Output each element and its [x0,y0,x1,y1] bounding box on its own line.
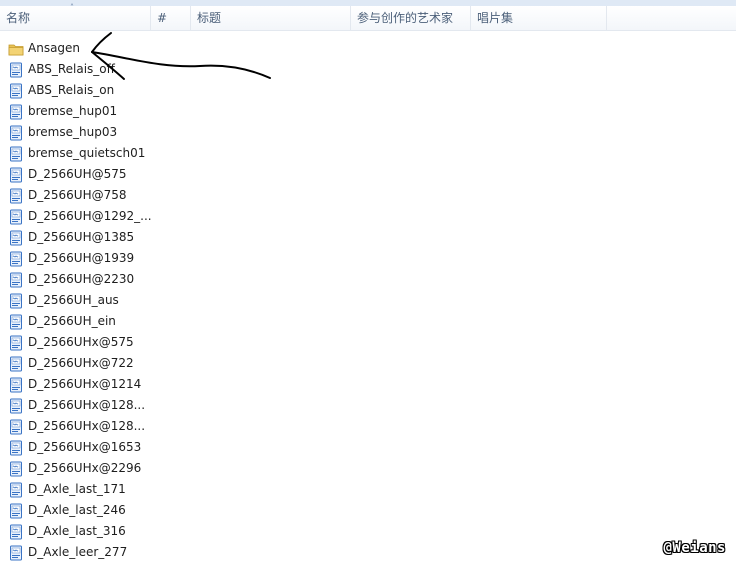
audio-file-icon [8,419,24,435]
audio-file-icon [8,440,24,456]
column-header-name-label: 名称 [6,11,31,25]
file-name-label: D_2566UHx@128... [28,419,146,433]
file-row[interactable]: bremse_hup01 [0,101,300,122]
audio-file-icon [8,524,24,540]
file-name-label: bremse_hup01 [28,104,118,118]
file-name-label: ABS_Relais_on [28,83,115,97]
file-row[interactable]: D_2566UH_aus [0,290,300,311]
column-header-album-label: 唱片集 [477,11,514,25]
column-header-title-label: 标题 [197,11,222,25]
file-name-label: D_Axle_last_316 [28,524,126,538]
audio-file-icon [8,461,24,477]
audio-file-icon [8,356,24,372]
file-name-label: Ansagen [28,41,81,55]
file-name-label: D_2566UHx@575 [28,335,134,349]
file-explorer-window: 名称 ˄ # 标题 参与创作的艺术家 唱片集 Ansagen ABS_Relais… [0,0,736,566]
file-row[interactable]: D_2566UH@575 [0,164,300,185]
file-row[interactable]: D_Axle_last_316 [0,521,300,542]
column-header-number[interactable]: # [150,6,190,30]
file-name-label: D_2566UH_ein [28,314,116,328]
audio-file-icon [8,230,24,246]
file-name-label: ABS_Relais_off [28,62,115,76]
folder-row[interactable]: Ansagen [0,38,300,59]
file-name-label: D_Axle_last_171 [28,482,126,496]
file-name-label: D_2566UH@1385 [28,230,135,244]
column-header-empty [606,6,736,30]
file-name-label: D_2566UHx@1653 [28,440,142,454]
file-row[interactable]: D_2566UHx@575 [0,332,300,353]
file-name-label: D_2566UHx@2296 [28,461,142,475]
file-row[interactable]: D_2566UH@1385 [0,227,300,248]
file-name-label: bremse_hup03 [28,125,118,139]
audio-file-icon [8,146,24,162]
file-name-label: D_2566UH@758 [28,188,127,202]
audio-file-icon [8,272,24,288]
file-name-label: bremse_quietsch01 [28,146,146,160]
file-row[interactable]: D_2566UH@758 [0,185,300,206]
file-row[interactable]: D_Axle_last_246 [0,500,300,521]
column-header-number-label: # [157,11,168,25]
file-name-label: D_2566UH@2230 [28,272,135,286]
file-name-label: D_Axle_last_246 [28,503,126,517]
watermark: @Weians [663,540,726,556]
file-name-label: D_Axle_leer_277 [28,545,128,559]
file-row[interactable]: bremse_hup03 [0,122,300,143]
audio-file-icon [8,314,24,330]
audio-file-icon [8,335,24,351]
column-header-bar: 名称 ˄ # 标题 参与创作的艺术家 唱片集 [0,3,736,31]
audio-file-icon [8,188,24,204]
file-row[interactable]: D_2566UHx@722 [0,353,300,374]
file-row[interactable]: D_2566UHx@2296 [0,458,300,479]
audio-file-icon [8,62,24,78]
file-row[interactable]: ABS_Relais_off [0,59,300,80]
audio-file-icon [8,293,24,309]
file-name-label: D_2566UH@1292_... [28,209,152,223]
audio-file-icon [8,167,24,183]
file-row[interactable]: D_2566UH@1939 [0,248,300,269]
file-row[interactable]: D_2566UHx@128... [0,416,300,437]
file-row[interactable]: D_2566UHx@128... [0,395,300,416]
file-row[interactable]: bremse_quietsch01 [0,143,300,164]
file-row[interactable]: D_Axle_leer_277 [0,542,300,563]
audio-file-icon [8,545,24,561]
audio-file-icon [8,482,24,498]
audio-file-icon [8,209,24,225]
column-header-name[interactable]: 名称 ˄ [0,3,150,30]
file-row[interactable]: D_2566UH@1292_... [0,206,300,227]
file-name-label: D_2566UHx@722 [28,356,134,370]
file-row[interactable]: D_2566UHx@1214 [0,374,300,395]
file-row[interactable]: D_Axle_last_171 [0,479,300,500]
audio-file-icon [8,398,24,414]
audio-file-icon [8,503,24,519]
file-name-label: D_2566UH_aus [28,293,119,307]
file-row[interactable]: D_2566UH@2230 [0,269,300,290]
column-header-artists-label: 参与创作的艺术家 [357,11,454,25]
file-name-label: D_2566UHx@128... [28,398,146,412]
column-header-album[interactable]: 唱片集 [470,6,606,30]
audio-file-icon [8,251,24,267]
file-row[interactable]: D_2566UHx@1653 [0,437,300,458]
column-header-artists[interactable]: 参与创作的艺术家 [350,6,470,30]
file-row[interactable]: ABS_Relais_on [0,80,300,101]
file-name-label: D_2566UHx@1214 [28,377,142,391]
audio-file-icon [8,104,24,120]
sort-ascending-icon: ˄ [70,3,74,12]
audio-file-icon [8,125,24,141]
column-header-title[interactable]: 标题 [190,6,350,30]
folder-icon [8,41,24,57]
audio-file-icon [8,83,24,99]
file-name-label: D_2566UH@1939 [28,251,135,265]
file-name-label: D_2566UH@575 [28,167,127,181]
file-row[interactable]: D_2566UH_ein [0,311,300,332]
audio-file-icon [8,377,24,393]
